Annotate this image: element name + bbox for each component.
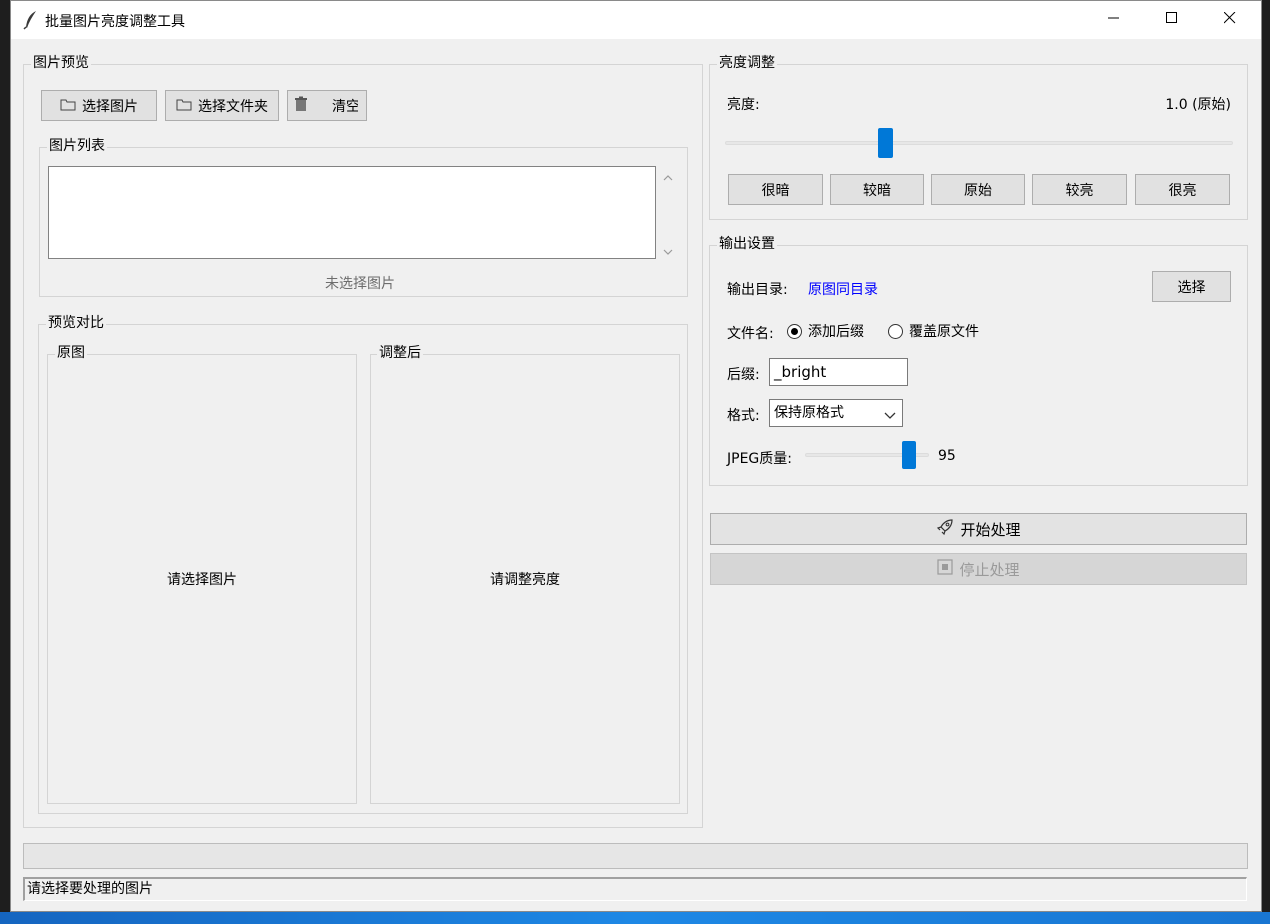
suffix-input[interactable]: _bright [769, 358, 908, 386]
image-preview-group-label: 图片预览 [31, 55, 91, 71]
output-dir-label: 输出目录: [727, 282, 788, 298]
progress-bar [23, 843, 1248, 869]
close-button[interactable] [1201, 1, 1259, 39]
original-image-panel: 请选择图片 [47, 354, 357, 804]
preview-compare-group-label: 预览对比 [46, 315, 106, 331]
stop-processing-button[interactable]: 停止处理 [710, 553, 1247, 585]
brightness-group-label: 亮度调整 [717, 55, 777, 71]
radio-add-suffix[interactable]: 添加后缀 [787, 321, 864, 341]
desktop-background-left [0, 0, 10, 924]
output-settings-group-label: 输出设置 [717, 236, 777, 252]
status-bar: 请选择要处理的图片 [23, 877, 1247, 901]
choose-output-dir-button[interactable]: 选择 [1152, 271, 1231, 302]
select-image-button[interactable]: 选择图片 [41, 90, 157, 121]
jpeg-quality-slider[interactable] [805, 440, 931, 470]
app-window: 批量图片亮度调整工具 图片预览 选择图片 选择文件夹 清空 图片列表 未选择图片… [10, 0, 1262, 912]
format-select-value: 保持原格式 [774, 405, 844, 421]
minimize-icon [1108, 12, 1120, 28]
brightness-label: 亮度: [727, 97, 760, 113]
adjusted-image-panel: 请调整亮度 [370, 354, 680, 804]
preset-original-button[interactable]: 原始 [931, 174, 1025, 205]
original-placeholder: 请选择图片 [167, 572, 237, 588]
maximize-button[interactable] [1143, 1, 1201, 39]
jpeg-quality-label: JPEG质量: [727, 451, 792, 467]
folder-icon [176, 97, 192, 115]
radio-add-suffix-circle[interactable] [787, 323, 802, 339]
minimize-button[interactable] [1085, 1, 1143, 39]
preset-dark-button[interactable]: 较暗 [830, 174, 924, 205]
trash-icon [294, 96, 308, 116]
image-list-group-label: 图片列表 [47, 138, 107, 154]
image-listbox[interactable] [48, 166, 656, 259]
format-label: 格式: [727, 408, 760, 424]
preset-very-dark-button[interactable]: 很暗 [728, 174, 823, 205]
rocket-icon [936, 518, 954, 540]
brightness-presets: 很暗 较暗 原始 较亮 很亮 [728, 174, 1231, 206]
select-image-label: 选择图片 [82, 98, 138, 115]
jpeg-quality-value: 95 [938, 448, 956, 464]
filename-label: 文件名: [727, 326, 774, 342]
feather-icon [23, 10, 39, 30]
taskbar-edge [0, 912, 1270, 924]
folder-icon [60, 97, 76, 115]
output-dir-value: 原图同目录 [808, 282, 878, 298]
suffix-label: 后缀: [727, 367, 760, 383]
select-folder-button[interactable]: 选择文件夹 [165, 90, 279, 121]
original-panel-label: 原图 [55, 345, 87, 361]
preset-bright-button[interactable]: 较亮 [1032, 174, 1127, 205]
brightness-slider[interactable] [725, 127, 1233, 159]
clear-label: 清空 [332, 98, 358, 115]
close-icon [1223, 11, 1236, 28]
image-list-scrollbar[interactable] [659, 166, 677, 259]
preset-very-bright-button[interactable]: 很亮 [1135, 174, 1230, 205]
stop-icon [937, 559, 954, 579]
title-bar[interactable]: 批量图片亮度调整工具 [11, 1, 1261, 39]
desktop-background-right [1262, 0, 1270, 924]
scroll-up-icon[interactable] [663, 170, 673, 186]
brightness-slider-thumb[interactable] [878, 128, 893, 158]
radio-overwrite[interactable]: 覆盖原文件 [888, 321, 979, 341]
maximize-icon [1166, 12, 1178, 28]
brightness-slider-track [725, 141, 1233, 145]
jpeg-quality-thumb[interactable] [902, 441, 916, 469]
adjusted-panel-label: 调整后 [377, 345, 423, 361]
brightness-value: 1.0 (原始) [1165, 97, 1231, 113]
start-processing-label: 开始处理 [960, 520, 1021, 539]
start-processing-button[interactable]: 开始处理 [710, 513, 1247, 545]
chevron-down-icon [884, 404, 896, 430]
radio-overwrite-label: 覆盖原文件 [909, 324, 979, 340]
window-title: 批量图片亮度调整工具 [45, 14, 185, 30]
adjusted-placeholder: 请调整亮度 [490, 572, 560, 588]
scroll-down-icon[interactable] [663, 244, 673, 260]
radio-selected-dot [791, 327, 798, 335]
select-folder-label: 选择文件夹 [198, 98, 268, 115]
radio-overwrite-circle[interactable] [888, 323, 903, 339]
no-image-hint: 未选择图片 [325, 276, 395, 292]
stop-processing-label: 停止处理 [959, 560, 1020, 579]
format-select[interactable]: 保持原格式 [769, 399, 903, 427]
radio-add-suffix-label: 添加后缀 [808, 324, 864, 340]
clear-button[interactable]: 清空 [287, 90, 367, 121]
